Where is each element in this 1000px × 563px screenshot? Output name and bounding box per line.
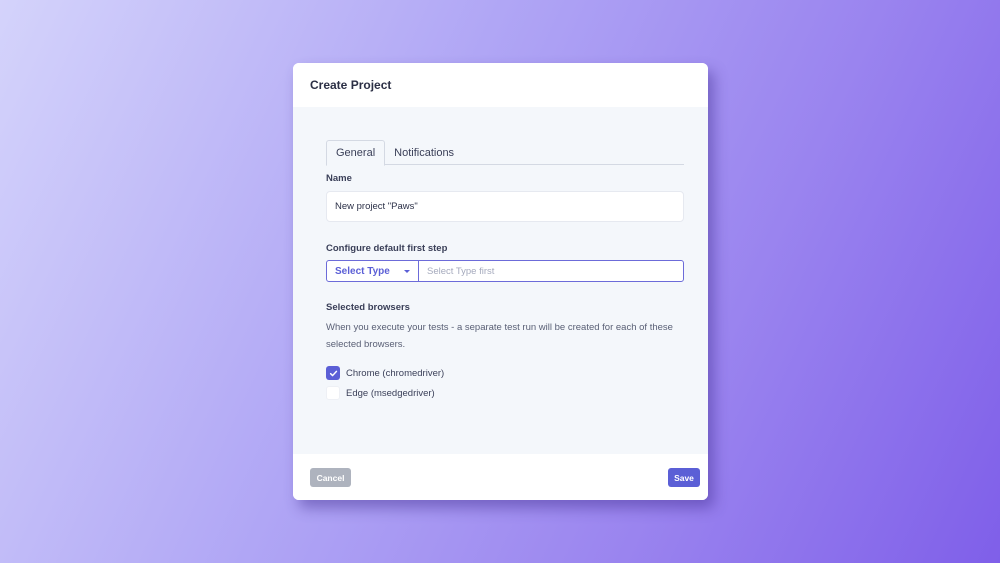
chrome-checkbox[interactable] xyxy=(326,366,340,380)
name-label: Name xyxy=(326,173,352,184)
edge-checkbox[interactable] xyxy=(326,386,340,400)
tab-general[interactable]: General xyxy=(326,140,386,166)
create-project-modal: Create Project General Notifications Nam… xyxy=(293,63,708,500)
browser-option-edge[interactable]: Edge (msedgedriver) xyxy=(326,386,435,400)
select-type-label: Select Type xyxy=(335,265,390,277)
modal-body: General Notifications Name Configure def… xyxy=(293,107,708,454)
caret-down-icon xyxy=(404,270,410,273)
modal-title: Create Project xyxy=(310,78,392,92)
chrome-label: Chrome (chromedriver) xyxy=(346,367,445,379)
project-name-input[interactable] xyxy=(326,191,684,222)
browsers-description: When you execute your tests - a separate… xyxy=(326,322,673,350)
modal-footer: Cancel Save xyxy=(293,454,708,500)
browser-option-chrome[interactable]: Chrome (chromedriver) xyxy=(326,366,444,380)
first-step-input[interactable] xyxy=(419,261,683,281)
first-step-label: Configure default first step xyxy=(326,243,448,254)
tab-notifications[interactable]: Notifications xyxy=(385,140,463,165)
browsers-label: Selected browsers xyxy=(326,302,410,313)
save-button[interactable]: Save xyxy=(668,468,700,487)
check-icon xyxy=(329,370,337,376)
select-type-dropdown[interactable]: Select Type xyxy=(327,261,419,281)
modal-header: Create Project xyxy=(293,63,708,107)
tab-bar: General Notifications xyxy=(326,140,684,166)
edge-label: Edge (msedgedriver) xyxy=(346,387,435,399)
first-step-row: Select Type xyxy=(326,260,684,282)
cancel-button[interactable]: Cancel xyxy=(310,468,351,487)
